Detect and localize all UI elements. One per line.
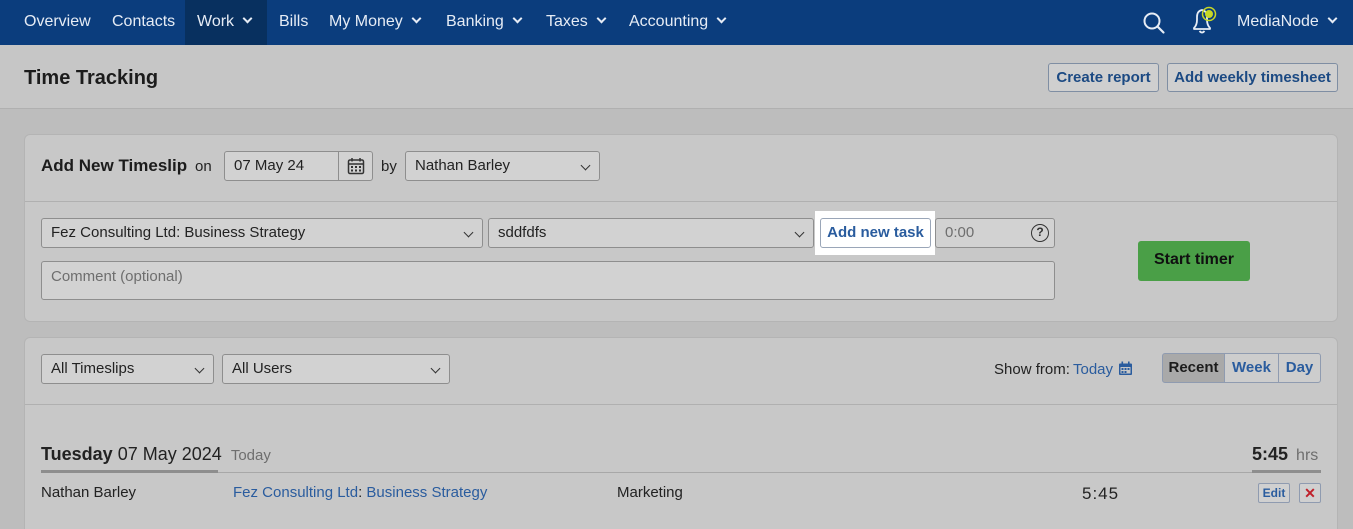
user-select-value: Nathan Barley [415, 157, 511, 174]
chevron-down-icon [411, 13, 422, 24]
calendar-icon[interactable] [1118, 361, 1133, 376]
row-edit-button[interactable]: Edit [1258, 483, 1290, 503]
nav-taxes[interactable]: Taxes [546, 0, 607, 45]
date-input[interactable]: 07 May 24 [224, 151, 373, 181]
day-header-underline-right [1252, 470, 1321, 473]
timeslip-filter-select[interactable]: All Timeslips [41, 354, 214, 384]
view-week-button[interactable]: Week [1224, 353, 1279, 383]
day-total-value: 5:45 [1252, 444, 1289, 464]
day-date: 07 May 2024 [117, 444, 222, 464]
user-select[interactable]: Nathan Barley [405, 151, 600, 181]
row-user: Nathan Barley [41, 484, 137, 501]
user-filter-value: All Users [232, 360, 293, 377]
row-delete-button[interactable]: ✕ [1299, 483, 1321, 503]
chevron-down-icon [194, 363, 205, 374]
nav-bills-label: Bills [279, 13, 309, 30]
by-label: by [381, 158, 397, 175]
add-new-task-button[interactable]: Add new task [820, 218, 931, 248]
list-divider [25, 404, 1337, 405]
on-label: on [195, 158, 212, 175]
time-input[interactable]: 0:00 ? [935, 218, 1055, 248]
nav-contacts[interactable]: Contacts [112, 0, 175, 45]
nav-accounting[interactable]: Accounting [629, 0, 727, 45]
nav-accounting-label: Accounting [629, 13, 709, 30]
timeslip-heading: Add New Timeslip [41, 156, 188, 175]
view-recent-button[interactable]: Recent [1162, 353, 1225, 383]
start-timer-button[interactable]: Start timer [1138, 241, 1250, 281]
nav-overview[interactable]: Overview [24, 0, 91, 45]
view-day-button[interactable]: Day [1278, 353, 1321, 383]
account-name: MediaNode [1237, 13, 1319, 30]
calendar-button[interactable] [338, 152, 372, 180]
comment-placeholder: Comment (optional) [51, 268, 183, 285]
chevron-down-icon [242, 13, 253, 24]
time-input-placeholder: 0:00 [945, 224, 975, 241]
chevron-down-icon [430, 363, 441, 374]
row-project: Fez Consulting Ltd: Business Strategy [233, 484, 487, 501]
nav-my-money-label: My Money [329, 13, 403, 30]
show-from-label: Show from: [994, 361, 1070, 378]
chevron-down-icon [512, 13, 523, 24]
timeslip-filter-value: All Timeslips [51, 360, 135, 377]
nav-bills[interactable]: Bills [279, 0, 308, 45]
show-from-link[interactable]: Today [1073, 361, 1113, 378]
task-select[interactable]: sddfdfs [488, 218, 814, 248]
date-value: 07 May 24 [234, 157, 305, 174]
row-contact-link[interactable]: Fez Consulting Ltd [233, 484, 358, 501]
chevron-down-icon [1327, 13, 1338, 24]
task-select-value: sddfdfs [498, 224, 547, 241]
day-total-unit: hrs [1296, 447, 1319, 464]
row-task: Marketing [617, 484, 683, 501]
chevron-down-icon [596, 13, 607, 24]
chevron-down-icon [463, 227, 474, 238]
page-header: Time Tracking Create report Add weekly t… [0, 45, 1353, 109]
nav-overview-label: Overview [24, 13, 91, 30]
day-header-underline [218, 472, 1252, 473]
chevron-down-icon [580, 160, 591, 171]
chevron-down-icon [716, 13, 727, 24]
day-total: 5:45 hrs [1252, 444, 1318, 465]
card-divider [25, 201, 1337, 202]
add-weekly-timesheet-button[interactable]: Add weekly timesheet [1167, 63, 1338, 92]
day-group-header: Tuesday 07 May 2024 Today [41, 444, 271, 465]
create-report-button[interactable]: Create report [1048, 63, 1159, 92]
nav-my-money[interactable]: My Money [329, 0, 422, 45]
nav-contacts-label: Contacts [112, 13, 176, 30]
calendar-icon [347, 158, 365, 175]
search-icon[interactable] [1142, 11, 1166, 35]
bell-icon[interactable] [1187, 4, 1221, 36]
day-tag: Today [230, 447, 271, 464]
comment-input[interactable]: Comment (optional) [41, 261, 1055, 300]
user-filter-select[interactable]: All Users [222, 354, 450, 384]
nav-banking[interactable]: Banking [446, 0, 523, 45]
project-select-value: Fez Consulting Ltd: Business Strategy [51, 224, 306, 241]
day-weekday: Tuesday [41, 444, 113, 464]
nav-work[interactable]: Work [185, 0, 267, 45]
help-icon-glyph: ? [1036, 225, 1044, 239]
row-separator: : [358, 484, 363, 501]
help-icon[interactable]: ? [1031, 224, 1049, 242]
project-select[interactable]: Fez Consulting Ltd: Business Strategy [41, 218, 483, 248]
page-title: Time Tracking [24, 67, 159, 89]
top-nav: Overview Contacts Work Bills My Money Ba… [0, 0, 1353, 45]
day-header-underline-left [41, 470, 218, 473]
row-hours: 5:45 [1082, 484, 1120, 503]
nav-work-label: Work [197, 13, 235, 30]
account-menu[interactable]: MediaNode [1237, 0, 1338, 45]
nav-taxes-label: Taxes [546, 13, 588, 30]
nav-banking-label: Banking [446, 13, 504, 30]
chevron-down-icon [794, 227, 805, 238]
row-project-link[interactable]: Business Strategy [366, 484, 487, 501]
